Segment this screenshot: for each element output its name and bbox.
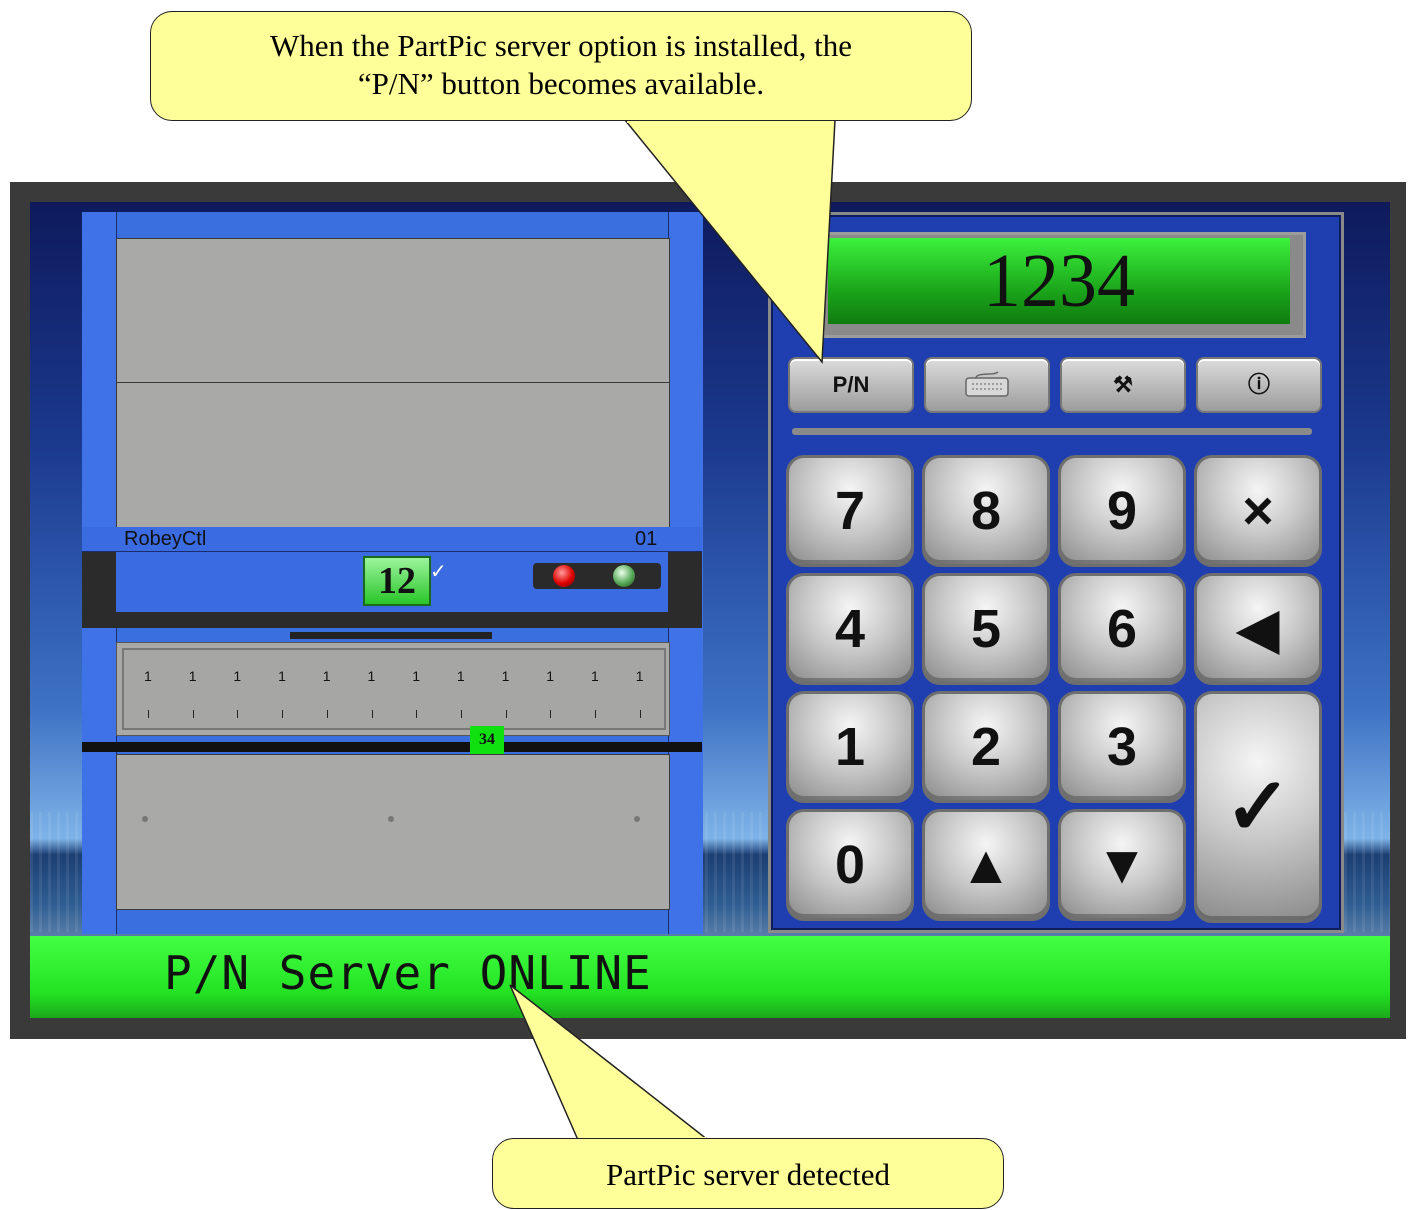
callout-pointers xyxy=(509,119,836,1141)
callout-bottom: PartPic server detected xyxy=(492,1138,1004,1209)
callout-top-line2: “P/N” button becomes available. xyxy=(357,66,765,101)
bottom-callout-pointer xyxy=(509,984,711,1141)
callout-top: When the PartPic server option is instal… xyxy=(150,11,972,121)
top-callout-pointer xyxy=(623,119,836,364)
callout-top-line1: When the PartPic server option is instal… xyxy=(270,28,852,63)
